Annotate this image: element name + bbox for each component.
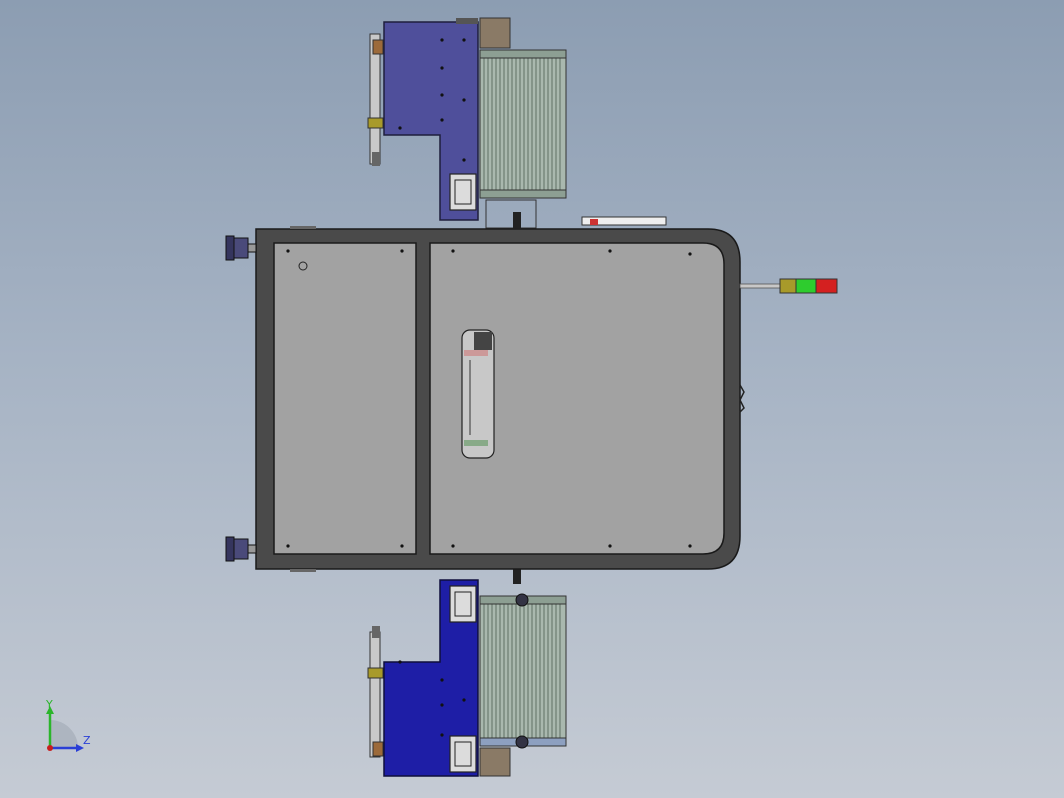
z-axis-label: Z: [83, 734, 91, 747]
top-motor-block: [479, 17, 511, 49]
top-feeder-assembly: [367, 17, 567, 229]
signal-tower-red: [815, 278, 838, 294]
top-tray-rack: [479, 49, 567, 197]
bottom-feeder-assembly: [367, 568, 567, 777]
bottom-cylinder-rod: [369, 631, 381, 758]
left-panel: [273, 242, 417, 555]
y-axis-label: Y: [46, 698, 53, 711]
top-cylinder-foot: [372, 152, 380, 166]
cad-viewport[interactable]: Y Z: [0, 0, 1064, 798]
top-cylinder-clamp: [372, 39, 384, 55]
signal-tower-yellow: [779, 278, 797, 294]
leveling-feet: [225, 235, 257, 562]
triad-origin: [47, 745, 53, 751]
top-feeder-handle: [449, 173, 477, 211]
axis-triad: Y Z: [38, 698, 98, 760]
bottom-tray-rack: [479, 599, 567, 747]
machine-drawing: [225, 17, 838, 777]
signal-tower-green: [795, 278, 817, 294]
main-frame: [255, 216, 745, 572]
top-cylinder-collar: [367, 117, 384, 129]
signal-tower: [739, 278, 838, 294]
